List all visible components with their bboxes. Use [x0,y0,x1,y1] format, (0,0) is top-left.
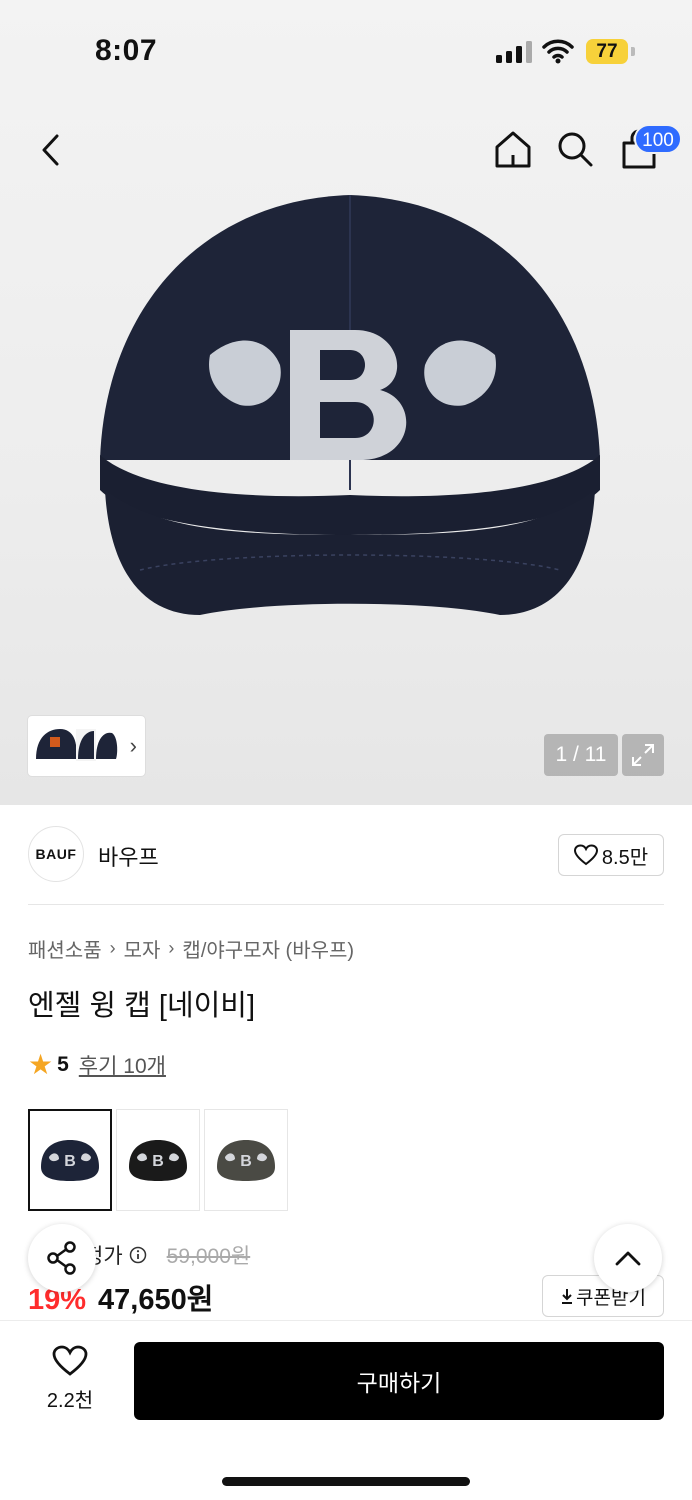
cap-thumbnail: B [41,1140,99,1181]
color-option-navy[interactable]: B [28,1109,112,1211]
search-icon [558,132,593,167]
download-icon [562,1289,573,1304]
brand-row[interactable]: BAUF 바우프 8.5만 [28,826,664,882]
heart-icon [573,844,598,866]
expand-button[interactable] [622,734,664,776]
rating-score: 5 [57,1053,69,1076]
brand-name[interactable]: 바우프 [98,840,159,872]
svg-text:B: B [64,1153,76,1170]
battery-cap [631,47,635,56]
share-icon [47,1241,76,1275]
chevron-right-icon: › [109,938,116,958]
battery-indicator: 77 [586,39,628,64]
reviews-link[interactable]: 후기 10개 [79,1050,166,1080]
color-options: B B B [28,1109,288,1211]
wifi-icon [542,39,574,64]
svg-text:B: B [240,1153,252,1170]
back-button[interactable] [30,128,70,172]
chevron-left-icon [42,134,59,166]
cart-count-badge: 100 [634,124,682,154]
home-button[interactable] [490,126,536,172]
wishlist-count: 2.2천 [46,1390,94,1412]
status-time: 8:07 [95,34,158,67]
wishlist-button[interactable]: 2.2천 [30,1345,110,1413]
color-option-black[interactable]: B [116,1109,200,1211]
buy-button[interactable]: 구매하기 [134,1342,664,1420]
chevron-up-icon [615,1251,641,1266]
cellular-signal-icon [496,41,532,63]
breadcrumb-item[interactable]: 모자 [124,934,161,963]
breadcrumb-item[interactable]: 캡/야구모자 (바우프) [182,934,354,963]
expand-icon [632,744,654,766]
heart-icon [52,1345,88,1376]
status-bar: 8:07 77 [0,0,692,100]
info-icon[interactable] [129,1246,147,1264]
final-price: 47,650원 [98,1284,214,1316]
scroll-top-button[interactable] [594,1224,662,1292]
svg-text:B: B [152,1153,164,1170]
star-icon: ★ [28,1049,54,1080]
breadcrumb: 패션소품 › 모자 › 캡/야구모자 (바우프) [28,934,354,963]
divider [28,904,664,905]
chevron-right-icon: › [168,938,175,958]
cap-thumbnail: B [217,1140,275,1181]
home-indicator [222,1477,470,1486]
breadcrumb-item[interactable]: 패션소품 [28,934,102,963]
bottom-action-bar: 2.2천 구매하기 [0,1320,692,1500]
original-price: 59,000원 [166,1245,251,1268]
thumbnail-image [36,729,118,761]
product-title: 엔젤 윙 캡 [네이비] [28,990,256,1022]
brand-like-button[interactable]: 8.5만 [558,834,664,876]
rating-row: ★ 5 후기 10개 [28,1050,166,1080]
search-button[interactable] [552,126,598,172]
brand-like-count: 8.5만 [601,846,649,869]
color-option-charcoal[interactable]: B [204,1109,288,1211]
cap-thumbnail: B [129,1140,187,1181]
share-button[interactable] [28,1224,96,1292]
thumbnail-strip[interactable]: › [28,716,145,776]
price-label-row: 정가 59,000원 [84,1240,250,1270]
product-gallery[interactable]: 8:07 77 100 › 1 / 11 [0,0,692,805]
chevron-right-icon: › [129,733,137,758]
home-icon [495,131,531,168]
product-image[interactable] [80,190,620,630]
brand-logo[interactable]: BAUF [28,826,84,882]
image-counter: 1 / 11 [544,734,618,776]
